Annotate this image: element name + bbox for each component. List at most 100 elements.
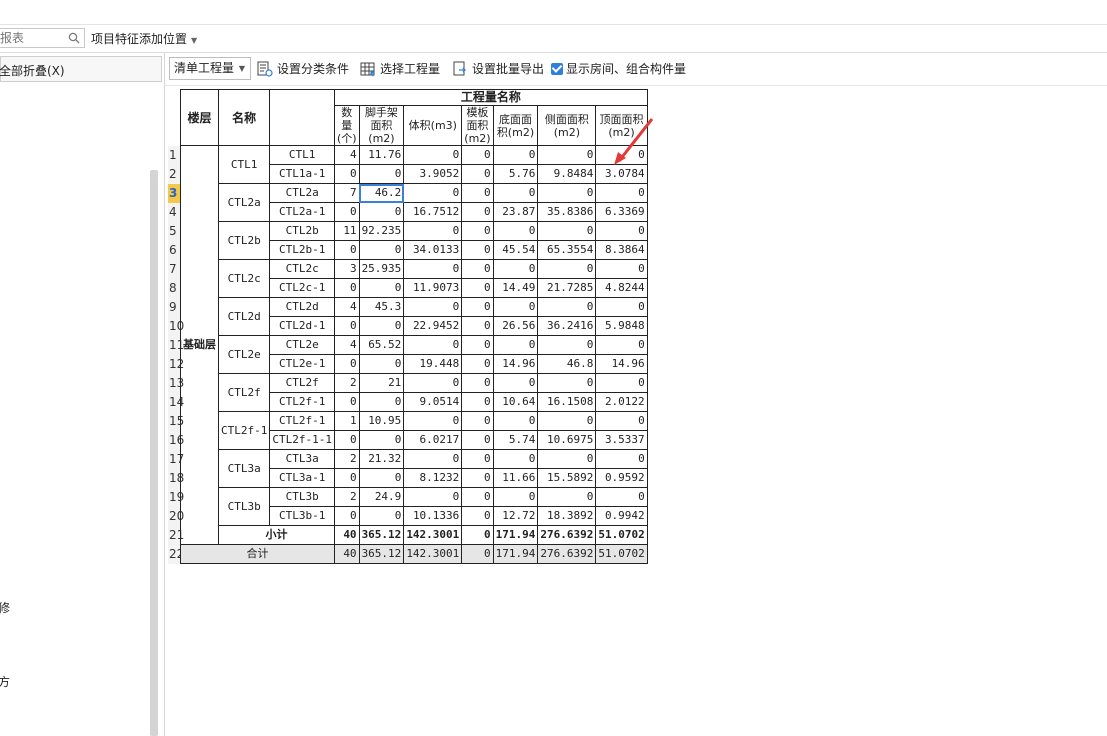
value-cell[interactable]: 0 bbox=[492, 259, 539, 279]
row-number[interactable]: 13 bbox=[168, 373, 184, 393]
total-cell[interactable]: 171.94 bbox=[492, 544, 539, 564]
value-cell[interactable]: 0 bbox=[537, 411, 597, 431]
value-cell[interactable]: 10.6975 bbox=[537, 430, 597, 450]
value-cell[interactable]: 0 bbox=[333, 506, 360, 526]
value-cell[interactable]: 6.3369 bbox=[595, 202, 648, 222]
row-number[interactable]: 15 bbox=[168, 411, 184, 431]
sub-name-cell[interactable]: CTL2f-1 bbox=[269, 411, 335, 431]
group-name-cell[interactable]: CTL2e bbox=[217, 335, 271, 374]
sub-name-cell[interactable]: CTL2b-1 bbox=[269, 240, 335, 260]
value-cell[interactable]: 11.76 bbox=[358, 145, 405, 165]
value-cell[interactable]: 0 bbox=[492, 411, 539, 431]
sub-name-cell[interactable]: CTL2a bbox=[269, 183, 335, 203]
row-number[interactable]: 17 bbox=[168, 449, 184, 469]
value-cell[interactable]: 10.95 bbox=[358, 411, 405, 431]
value-cell[interactable]: 1 bbox=[333, 411, 360, 431]
value-cell[interactable]: 14.96 bbox=[492, 354, 539, 374]
value-cell[interactable]: 0 bbox=[595, 373, 648, 393]
value-cell[interactable]: 0 bbox=[358, 240, 405, 260]
value-cell[interactable]: 4 bbox=[333, 297, 360, 317]
search-icon[interactable] bbox=[68, 32, 80, 44]
value-cell[interactable]: 0 bbox=[461, 449, 494, 469]
row-number[interactable]: 3 bbox=[168, 183, 180, 203]
value-cell[interactable]: 0 bbox=[537, 449, 597, 469]
value-cell[interactable]: 0 bbox=[492, 183, 539, 203]
sub-name-cell[interactable]: CTL2e bbox=[269, 335, 335, 355]
value-cell[interactable]: 3.9052 bbox=[403, 164, 463, 184]
show-rooms-toggle[interactable]: 显示房间、组合构件量 bbox=[551, 59, 686, 79]
row-number[interactable]: 19 bbox=[168, 487, 184, 507]
value-cell[interactable]: 0 bbox=[403, 259, 463, 279]
value-cell[interactable]: 0 bbox=[595, 335, 648, 355]
value-cell[interactable]: 0 bbox=[492, 449, 539, 469]
value-cell[interactable]: 34.0133 bbox=[403, 240, 463, 260]
value-cell[interactable]: 5.76 bbox=[492, 164, 539, 184]
tree-item[interactable]: 方 bbox=[0, 673, 10, 690]
sub-name-cell[interactable]: CTL2d-1 bbox=[269, 316, 335, 336]
value-cell[interactable]: 0 bbox=[461, 354, 494, 374]
value-cell[interactable]: 26.56 bbox=[492, 316, 539, 336]
group-name-cell[interactable]: CTL2c bbox=[217, 259, 271, 298]
value-cell[interactable]: 0 bbox=[461, 183, 494, 203]
value-cell[interactable]: 0 bbox=[537, 335, 597, 355]
value-cell[interactable]: 0 bbox=[358, 430, 405, 450]
subtotal-cell[interactable]: 142.3001 bbox=[403, 525, 463, 545]
total-cell[interactable]: 40 bbox=[333, 544, 360, 564]
value-cell[interactable]: 45.54 bbox=[492, 240, 539, 260]
value-cell[interactable]: 21 bbox=[358, 373, 405, 393]
value-cell[interactable]: 2 bbox=[333, 449, 360, 469]
total-cell[interactable]: 51.0702 bbox=[595, 544, 648, 564]
left-panel-scrollbar[interactable] bbox=[150, 170, 158, 736]
subtotal-cell[interactable]: 51.0702 bbox=[595, 525, 648, 545]
value-cell[interactable]: 8.3864 bbox=[595, 240, 648, 260]
row-number[interactable]: 21 bbox=[168, 525, 184, 545]
value-cell[interactable]: 0 bbox=[358, 202, 405, 222]
value-cell[interactable]: 0 bbox=[461, 278, 494, 298]
value-cell[interactable]: 12.72 bbox=[492, 506, 539, 526]
row-number[interactable]: 8 bbox=[168, 278, 180, 298]
row-number[interactable]: 11 bbox=[168, 335, 184, 355]
value-cell[interactable]: 24.9 bbox=[358, 487, 405, 507]
value-cell[interactable]: 14.49 bbox=[492, 278, 539, 298]
sub-name-cell[interactable]: CTL2e-1 bbox=[269, 354, 335, 374]
subtotal-cell[interactable]: 40 bbox=[333, 525, 360, 545]
value-cell[interactable]: 0 bbox=[461, 316, 494, 336]
value-cell[interactable]: 0 bbox=[537, 221, 597, 241]
value-cell[interactable]: 0 bbox=[403, 297, 463, 317]
value-cell[interactable]: 0 bbox=[358, 506, 405, 526]
value-cell[interactable]: 0 bbox=[595, 259, 648, 279]
value-cell[interactable]: 10.1336 bbox=[403, 506, 463, 526]
value-cell[interactable]: 0 bbox=[461, 506, 494, 526]
value-cell[interactable]: 35.8386 bbox=[537, 202, 597, 222]
batch-export-button[interactable]: 设置批量导出 bbox=[452, 59, 544, 79]
value-cell[interactable]: 0 bbox=[333, 392, 360, 412]
sub-name-cell[interactable]: CTL3b bbox=[269, 487, 335, 507]
value-cell[interactable]: 0 bbox=[461, 335, 494, 355]
row-number[interactable]: 5 bbox=[168, 221, 180, 241]
value-cell[interactable]: 0 bbox=[595, 183, 648, 203]
value-cell[interactable]: 23.87 bbox=[492, 202, 539, 222]
value-cell[interactable]: 0.9942 bbox=[595, 506, 648, 526]
group-name-cell[interactable]: CTL3b bbox=[217, 487, 271, 526]
row-number[interactable]: 20 bbox=[168, 506, 184, 526]
value-cell[interactable]: 0 bbox=[358, 164, 405, 184]
value-cell[interactable]: 15.5892 bbox=[537, 468, 597, 488]
value-cell[interactable]: 0 bbox=[461, 430, 494, 450]
value-cell[interactable]: 0 bbox=[492, 487, 539, 507]
total-cell[interactable]: 142.3001 bbox=[403, 544, 463, 564]
value-cell[interactable]: 0 bbox=[537, 297, 597, 317]
value-cell[interactable]: 3.5337 bbox=[595, 430, 648, 450]
report-search-box[interactable] bbox=[0, 28, 85, 48]
value-cell[interactable]: 5.74 bbox=[492, 430, 539, 450]
value-cell[interactable]: 0 bbox=[461, 240, 494, 260]
value-cell[interactable]: 46.8 bbox=[537, 354, 597, 374]
value-cell[interactable]: 0 bbox=[595, 221, 648, 241]
value-cell[interactable]: 46.2 bbox=[358, 183, 405, 203]
value-cell[interactable]: 7 bbox=[333, 183, 360, 203]
value-cell[interactable]: 0 bbox=[333, 354, 360, 374]
sub-name-cell[interactable]: CTL3b-1 bbox=[269, 506, 335, 526]
group-name-cell[interactable]: CTL2a bbox=[217, 183, 271, 222]
sub-name-cell[interactable]: CTL2f bbox=[269, 373, 335, 393]
sub-name-cell[interactable]: CTL3a bbox=[269, 449, 335, 469]
sub-name-cell[interactable]: CTL2c-1 bbox=[269, 278, 335, 298]
